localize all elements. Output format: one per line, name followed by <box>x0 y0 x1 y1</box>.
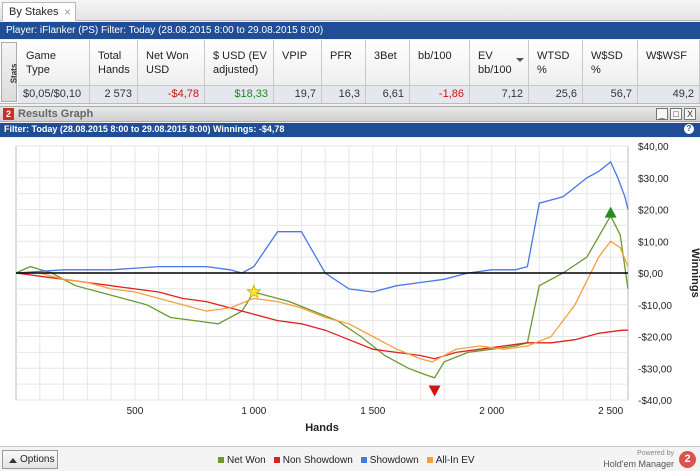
col-header-total-hands[interactable]: Total Hands <box>90 40 138 86</box>
graph-filter-bar: Filter: Today (28.08.2015 8:00 to 29.08.… <box>0 123 700 137</box>
legend-swatch <box>218 457 224 463</box>
x-tick-label: 2 500 <box>598 406 623 417</box>
tab-label: By Stakes <box>9 6 59 18</box>
cell-total-hands: 2 573 <box>90 86 138 103</box>
cell-bb100: -1,86 <box>410 86 470 103</box>
close-icon[interactable]: X <box>684 108 696 120</box>
cell-net-won: -$4,78 <box>138 86 205 103</box>
powered-by: Powered by <box>637 450 674 457</box>
col-header-wsd[interactable]: W$SD % <box>583 40 638 86</box>
stats-side-tab[interactable]: Stats <box>1 42 19 102</box>
cell-wwsf: 49,2 <box>638 86 700 103</box>
cell-3bet: 6,61 <box>366 86 410 103</box>
col-header-wtsd[interactable]: WTSD % <box>529 40 583 86</box>
cell-game-type[interactable]: $0,05/$0,10 <box>18 86 90 103</box>
hem-logo-icon: 2 <box>3 108 14 120</box>
player-filter-bar: Player: iFlanker (PS) Filter: Today (28.… <box>0 22 700 39</box>
ev-bb100-label: EV bb/100 <box>478 50 512 76</box>
results-chart: 500 1 000 1 500 2 000 2 500 $40,00 $30,00 $20,0… <box>15 142 700 434</box>
sort-arrow-icon <box>516 58 524 62</box>
tab-bar: By Stakes × <box>0 0 700 21</box>
y-tick-label: -$20,00 <box>638 333 672 344</box>
legend-item[interactable]: Showdown <box>360 455 419 466</box>
results-graph-header: 2 Results Graph _ □ X <box>0 106 700 122</box>
maximize-icon[interactable]: □ <box>670 108 682 120</box>
brand-text: Powered by Hold'em Manager <box>603 449 674 469</box>
y-tick-label: $40,00 <box>638 142 669 153</box>
tab-by-stakes[interactable]: By Stakes × <box>2 2 76 21</box>
legend-label: All-In EV <box>435 455 475 466</box>
col-header-game-type[interactable]: Game Type <box>18 40 90 86</box>
brand-name: Hold'em Manager <box>603 459 674 469</box>
legend-label: Non Showdown <box>282 455 353 466</box>
cell-wsd: 56,7 <box>583 86 638 103</box>
col-header-vpip[interactable]: VPIP <box>274 40 322 86</box>
cell-pfr: 16,3 <box>322 86 366 103</box>
results-graph: 500 1 000 1 500 2 000 2 500 $40,00 $30,00 $20,0… <box>0 138 700 448</box>
legend-label: Showdown <box>369 455 419 466</box>
help-icon[interactable]: ? <box>684 124 694 134</box>
cell-vpip: 19,7 <box>274 86 322 103</box>
y-tick-label: $0,00 <box>638 269 663 280</box>
y-tick-label: $10,00 <box>638 237 669 248</box>
y-axis-label: Winnings <box>689 248 700 297</box>
legend-swatch <box>360 457 367 463</box>
stats-side-label: Stats <box>9 63 19 84</box>
legend-swatch <box>426 457 433 463</box>
expand-up-icon <box>9 458 17 463</box>
y-tick-label: $30,00 <box>638 174 669 185</box>
options-label: Options <box>20 454 55 465</box>
legend-item[interactable]: All-In EV <box>426 455 475 466</box>
col-header-net-won[interactable]: Net Won USD <box>138 40 205 86</box>
cell-ev-adjusted: $18,33 <box>205 86 274 103</box>
y-tick-label: -$10,00 <box>638 301 672 312</box>
y-tick-label: $20,00 <box>638 206 669 217</box>
stats-table: Stats Game Type Total Hands Net Won USD … <box>0 40 700 104</box>
window-buttons: _ □ X <box>654 108 696 120</box>
cell-ev-bb100: 7,12 <box>470 86 529 103</box>
x-tick-label: 2 000 <box>479 406 504 417</box>
y-tick-label: -$40,00 <box>638 396 672 407</box>
x-axis-label: Hands <box>305 422 339 434</box>
x-tick-label: 1 500 <box>360 406 385 417</box>
y-tick-label: -$30,00 <box>638 364 672 375</box>
col-header-ev-adjusted[interactable]: $ USD (EV adjusted) <box>205 40 274 86</box>
col-header-ev-bb100[interactable]: EV bb/100 <box>470 40 529 86</box>
legend-item[interactable]: Net Won <box>218 455 266 466</box>
legend-swatch <box>273 457 280 463</box>
legend-label: Net Won <box>227 455 266 466</box>
col-header-wwsf[interactable]: W$WSF <box>638 40 700 86</box>
panel-title: Results Graph <box>18 108 94 120</box>
chart-legend: Net Won Non Showdown Showdown All-In EV <box>218 455 483 466</box>
hem-brand-logo-icon: 2 <box>679 451 696 468</box>
tab-close-icon[interactable]: × <box>64 5 71 19</box>
bottom-bar: Options Net Won Non Showdown Showdown All-I… <box>0 446 700 471</box>
options-button[interactable]: Options <box>2 450 58 469</box>
col-header-bb100[interactable]: bb/100 <box>410 40 470 86</box>
x-tick-label: 500 <box>127 406 144 417</box>
minimize-icon[interactable]: _ <box>656 108 668 120</box>
col-header-3bet[interactable]: 3Bet <box>366 40 410 86</box>
legend-item[interactable]: Non Showdown <box>273 455 353 466</box>
x-tick-label: 1 000 <box>241 406 266 417</box>
col-header-pfr[interactable]: PFR <box>322 40 366 86</box>
cell-wtsd: 25,6 <box>529 86 583 103</box>
graph-filter-text: Filter: Today (28.08.2015 8:00 to 29.08.… <box>4 124 285 134</box>
